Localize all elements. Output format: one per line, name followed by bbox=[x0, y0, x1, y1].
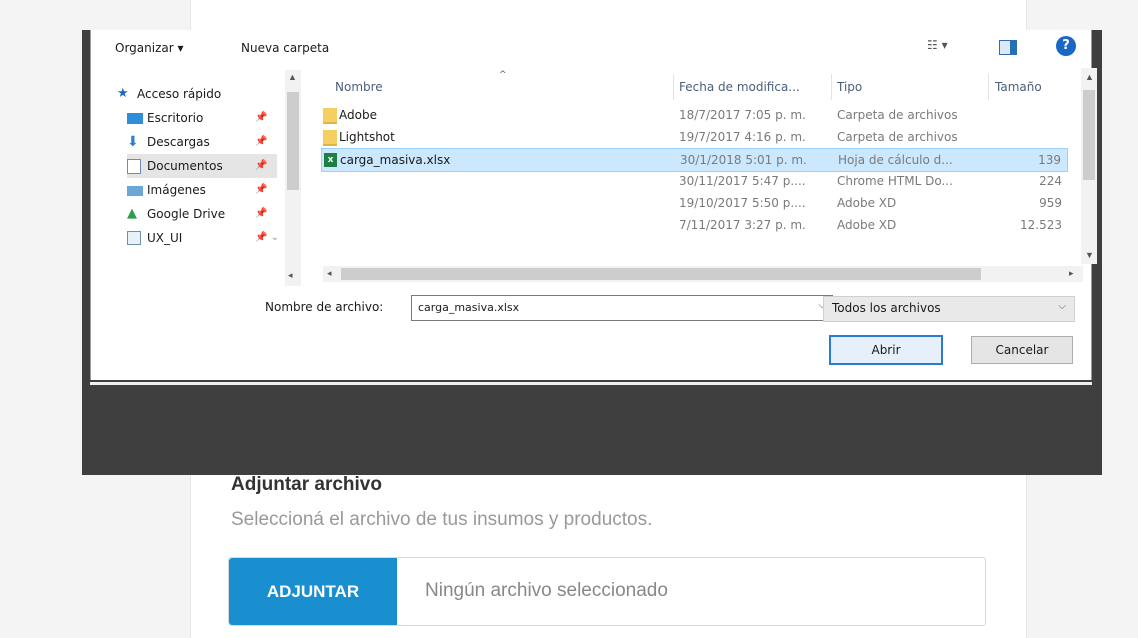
file-name: Adobe bbox=[339, 108, 377, 122]
file-date: 19/7/2017 4:16 p. m. bbox=[679, 130, 806, 144]
attach-button[interactable]: ADJUNTAR bbox=[229, 558, 397, 625]
file-type: Adobe XD bbox=[837, 218, 897, 232]
folder-icon bbox=[323, 130, 337, 146]
scroll-up-icon[interactable]: ▲ bbox=[1085, 72, 1094, 82]
file-size: 12.523 bbox=[1020, 218, 1062, 232]
scroll-right-icon[interactable]: ▸ bbox=[1069, 268, 1074, 279]
file-date: 30/11/2017 5:47 p.... bbox=[679, 174, 806, 188]
nav-label: Google Drive bbox=[147, 207, 226, 221]
pin-icon: 📌 bbox=[255, 184, 268, 195]
file-type: Carpeta de archivos bbox=[837, 130, 958, 144]
attach-title: Adjuntar archivo bbox=[231, 474, 382, 495]
attach-subtitle: Seleccioná el archivo de tus insumos y p… bbox=[231, 509, 653, 530]
nav-label: Documentos bbox=[147, 159, 223, 173]
file-row[interactable]: 30/11/2017 5:47 p.... Chrome HTML Do... … bbox=[323, 170, 1068, 192]
file-list-horizontal-scrollbar[interactable]: ◂ ▸ bbox=[323, 266, 1083, 282]
filename-label: Nombre de archivo: bbox=[265, 300, 384, 314]
file-type: Adobe XD bbox=[837, 196, 897, 210]
file-date: 18/7/2017 7:05 p. m. bbox=[679, 108, 806, 122]
file-date: 19/10/2017 5:50 p.... bbox=[679, 196, 806, 210]
file-type-select[interactable]: Todos los archivos ⌵ bbox=[823, 296, 1075, 322]
pin-icon: 📌 bbox=[255, 112, 268, 123]
pin-icon: 📌 bbox=[255, 160, 268, 171]
file-type: Chrome HTML Do... bbox=[837, 174, 953, 188]
nav-label: Escritorio bbox=[147, 111, 204, 125]
file-open-dialog: Organizar ▾ Nueva carpeta ☷ ▾ ? ★ Acceso… bbox=[82, 30, 1102, 475]
navigation-pane: ★ Acceso rápido Escritorio 📌 ⬇ Descargas… bbox=[117, 68, 305, 286]
nav-item-pictures[interactable]: Imágenes 📌 bbox=[127, 178, 287, 202]
file-date: 30/1/2018 5:01 p. m. bbox=[680, 153, 807, 167]
folder-icon bbox=[127, 231, 141, 245]
scroll-down-icon[interactable]: ▼ bbox=[1085, 250, 1094, 260]
nav-label: UX_UI bbox=[147, 231, 183, 245]
documents-icon bbox=[127, 159, 141, 174]
file-row[interactable]: 7/11/2017 3:27 p. m. Adobe XD 12.523 bbox=[323, 214, 1068, 236]
preview-pane-icon[interactable] bbox=[999, 40, 1017, 55]
attach-file-status: Ningún archivo seleccionado bbox=[425, 580, 668, 601]
pin-icon: 📌 ⌄ bbox=[255, 232, 280, 243]
column-header-size[interactable]: Tamaño bbox=[995, 80, 1042, 94]
file-name: carga_masiva.xlsx bbox=[340, 153, 451, 167]
nav-item-ux-ui[interactable]: UX_UI 📌 ⌄ bbox=[127, 226, 287, 250]
cancel-button[interactable]: Cancelar bbox=[971, 336, 1073, 364]
scroll-thumb[interactable] bbox=[287, 92, 299, 190]
nav-item-documents[interactable]: Documentos 📌 bbox=[127, 154, 277, 178]
pictures-icon bbox=[127, 186, 143, 196]
nav-item-desktop[interactable]: Escritorio 📌 bbox=[127, 106, 287, 130]
file-name: Lightshot bbox=[339, 130, 395, 144]
dialog-footer-strip bbox=[90, 382, 1092, 385]
column-separator bbox=[673, 74, 674, 100]
file-list: Nombre ^ Fecha de modifica... Tipo Tamañ… bbox=[321, 68, 1089, 288]
column-header-name[interactable]: Nombre bbox=[335, 80, 383, 94]
folder-icon bbox=[323, 108, 337, 124]
nav-scrollbar[interactable]: ▲ ◂ bbox=[285, 70, 301, 286]
desktop-icon bbox=[127, 113, 143, 124]
nav-item-downloads[interactable]: ⬇ Descargas 📌 bbox=[127, 130, 287, 154]
dialog-toolbar: Organizar ▾ Nueva carpeta ☷ ▾ ? bbox=[91, 30, 1091, 64]
file-row[interactable]: 19/10/2017 5:50 p.... Adobe XD 959 bbox=[323, 192, 1068, 214]
organize-menu[interactable]: Organizar ▾ bbox=[115, 41, 184, 55]
nav-label: Imágenes bbox=[147, 183, 206, 197]
scroll-thumb[interactable] bbox=[341, 268, 981, 280]
scroll-thumb[interactable] bbox=[1083, 90, 1095, 180]
view-options-icon[interactable]: ☷ ▾ bbox=[927, 38, 957, 56]
column-header-type[interactable]: Tipo bbox=[837, 80, 862, 94]
downloads-icon: ⬇ bbox=[127, 134, 139, 150]
file-size: 139 bbox=[1038, 153, 1061, 167]
column-separator bbox=[988, 74, 989, 100]
star-icon: ★ bbox=[117, 86, 129, 101]
column-separator bbox=[831, 74, 832, 100]
pin-icon: 📌 bbox=[255, 136, 268, 147]
filename-value: carga_masiva.xlsx bbox=[418, 301, 520, 314]
chevron-down-icon: ⌵ bbox=[1058, 301, 1066, 312]
file-size: 224 bbox=[1039, 174, 1062, 188]
scroll-left-icon[interactable]: ◂ bbox=[327, 268, 332, 279]
file-row-selected[interactable]: x carga_masiva.xlsx 30/1/2018 5:01 p. m.… bbox=[321, 148, 1068, 172]
file-date: 7/11/2017 3:27 p. m. bbox=[679, 218, 806, 232]
help-icon[interactable]: ? bbox=[1056, 36, 1076, 56]
pin-icon: 📌 bbox=[255, 208, 268, 219]
file-row[interactable]: Adobe 18/7/2017 7:05 p. m. Carpeta de ar… bbox=[323, 104, 1068, 126]
nav-label: Acceso rápido bbox=[137, 87, 222, 101]
nav-label: Descargas bbox=[147, 135, 210, 149]
nav-item-quick-access[interactable]: ★ Acceso rápido bbox=[117, 82, 277, 106]
open-button[interactable]: Abrir bbox=[829, 335, 943, 365]
file-size: 959 bbox=[1039, 196, 1062, 210]
file-row[interactable]: Lightshot 19/7/2017 4:16 p. m. Carpeta d… bbox=[323, 126, 1068, 148]
google-drive-icon: ▲ bbox=[127, 206, 137, 221]
filename-input[interactable]: carga_masiva.xlsx ⌵ bbox=[411, 295, 833, 321]
scroll-up-icon[interactable]: ▲ bbox=[288, 72, 297, 82]
file-type-value: Todos los archivos bbox=[832, 301, 941, 315]
file-type: Hoja de cálculo d... bbox=[838, 153, 953, 167]
excel-file-icon: x bbox=[324, 153, 337, 167]
nav-item-google-drive[interactable]: ▲ Google Drive 📌 bbox=[127, 202, 287, 226]
column-header-date[interactable]: Fecha de modifica... bbox=[679, 80, 800, 94]
sort-up-icon: ^ bbox=[499, 70, 507, 80]
file-list-vertical-scrollbar[interactable]: ▲ ▼ bbox=[1081, 68, 1097, 264]
file-type: Carpeta de archivos bbox=[837, 108, 958, 122]
scroll-down-icon[interactable]: ◂ bbox=[288, 270, 293, 281]
dialog-body: Organizar ▾ Nueva carpeta ☷ ▾ ? ★ Acceso… bbox=[90, 30, 1097, 380]
new-folder-button[interactable]: Nueva carpeta bbox=[241, 41, 329, 55]
file-attach-field: ADJUNTAR Ningún archivo seleccionado bbox=[228, 557, 986, 626]
